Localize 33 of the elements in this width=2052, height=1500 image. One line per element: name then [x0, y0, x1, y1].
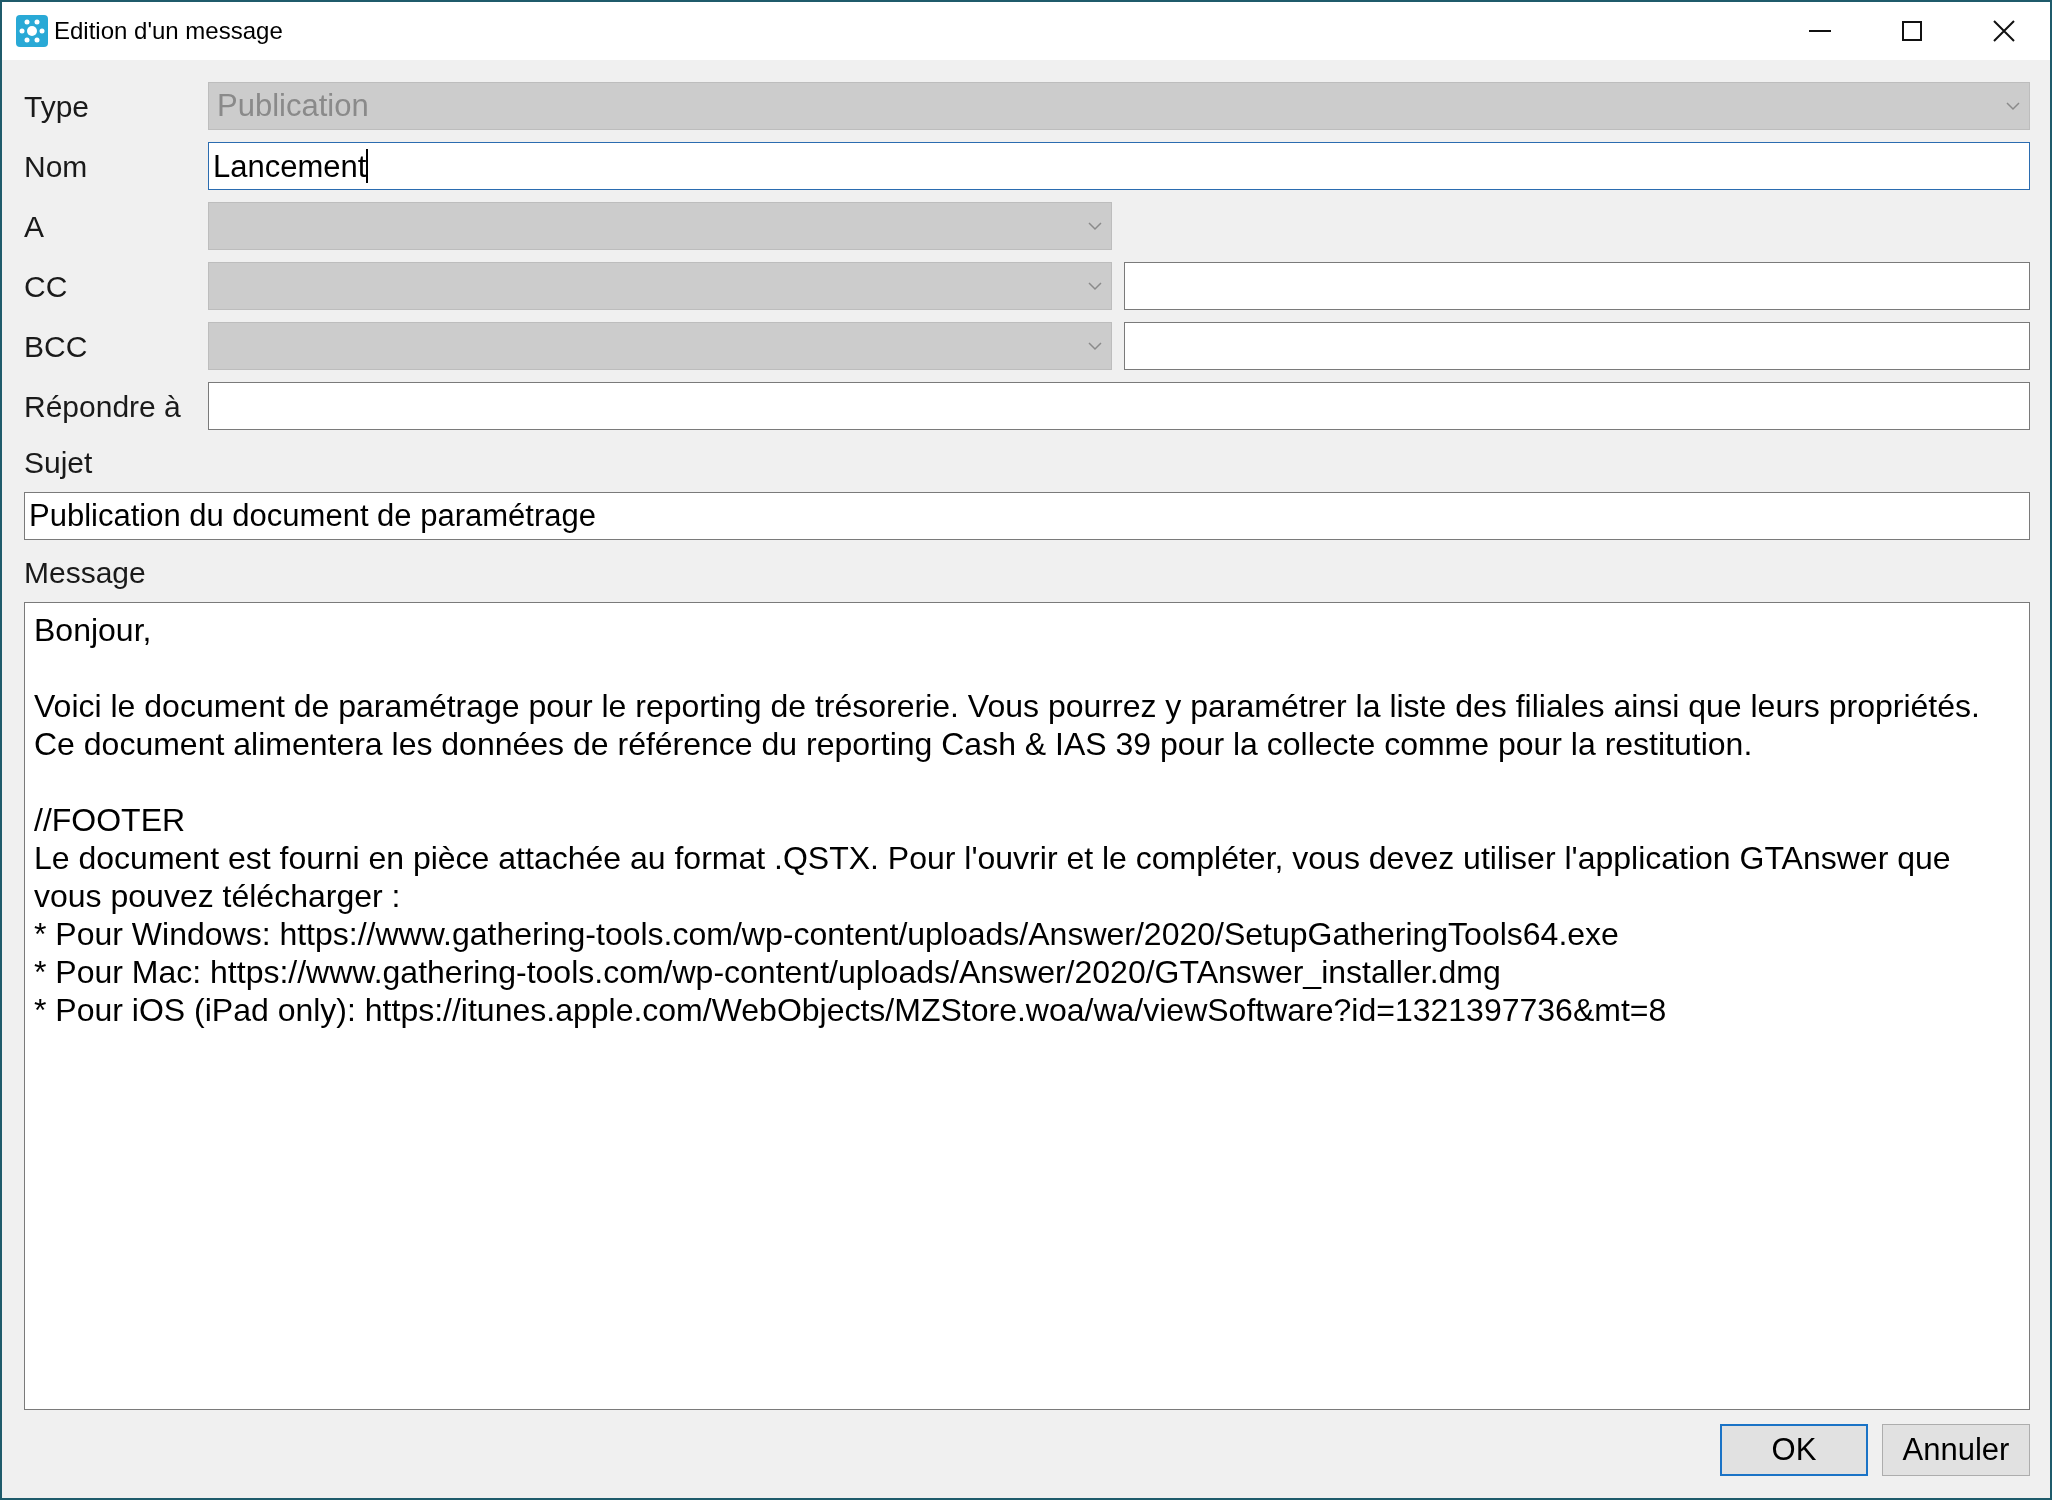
chevron-down-icon: [1087, 341, 1103, 351]
text-field[interactable]: [1124, 322, 2030, 370]
field-label: CC: [24, 268, 69, 305]
message-line: Le document est fourni en pièce attachée au format .QSTX. Pour l'ouvrir et le compléter, vous devez utiliser l'application GTAnswer que vous pouvez télécharger :: [34, 839, 1952, 915]
dialog-button[interactable]: Annuler: [1882, 1424, 2030, 1476]
dialog-button[interactable]: OK: [1720, 1424, 1868, 1476]
message-line: * Pour iOS (iPad only): https://itunes.apple.com/WebObjects/MZStore.woa/wa/viewSoftware?id=1321397736&mt=8: [34, 991, 1668, 1029]
maximize-icon: [1902, 21, 1922, 41]
window-title: Edition d'un message: [54, 16, 283, 46]
field-label: Répondre à: [24, 388, 182, 425]
text-field[interactable]: Lancement: [208, 142, 2030, 190]
text-cursor: [366, 149, 369, 183]
field-label: Message: [24, 555, 147, 591]
minimize-icon: [1809, 30, 1831, 32]
field-label: Type: [24, 88, 91, 125]
message-text-area[interactable]: [24, 602, 2030, 1410]
chevron-down-icon: [2005, 101, 2021, 111]
field-label: Sujet: [24, 445, 94, 481]
chevron-down-icon: [1087, 281, 1103, 291]
message-line: * Pour Windows: https://www.gathering-tools.com/wp-content/uploads/Answer/2020/SetupGatheringTools64.exe: [34, 915, 1620, 953]
chevron-down-icon: [1087, 221, 1103, 231]
app-logo-icon: [16, 15, 48, 47]
message-line: * Pour Mac: https://www.gathering-tools.com/wp-content/uploads/Answer/2020/GTAnswer_installer.dmg: [34, 953, 1502, 991]
message-line: //FOOTER: [34, 801, 187, 839]
field-label: Nom: [24, 148, 89, 185]
text-field[interactable]: [1124, 262, 2030, 310]
field-label: BCC: [24, 328, 89, 365]
subject-field[interactable]: Publication du document de paramétrage: [24, 492, 2030, 540]
text-field[interactable]: [208, 382, 2030, 430]
message-line: Bonjour,: [34, 611, 153, 649]
close-icon: [1993, 20, 2015, 42]
message-line: Voici le document de paramétrage pour le reporting de trésorerie. Vous pourrez y paramétrer la liste des filiales ainsi que leurs propriétés. Ce document alimentera les données de référence du reporting Cash & IAS 39 pour la collecte comme pour la restitution.: [34, 687, 1981, 763]
field-label: A: [24, 208, 45, 245]
